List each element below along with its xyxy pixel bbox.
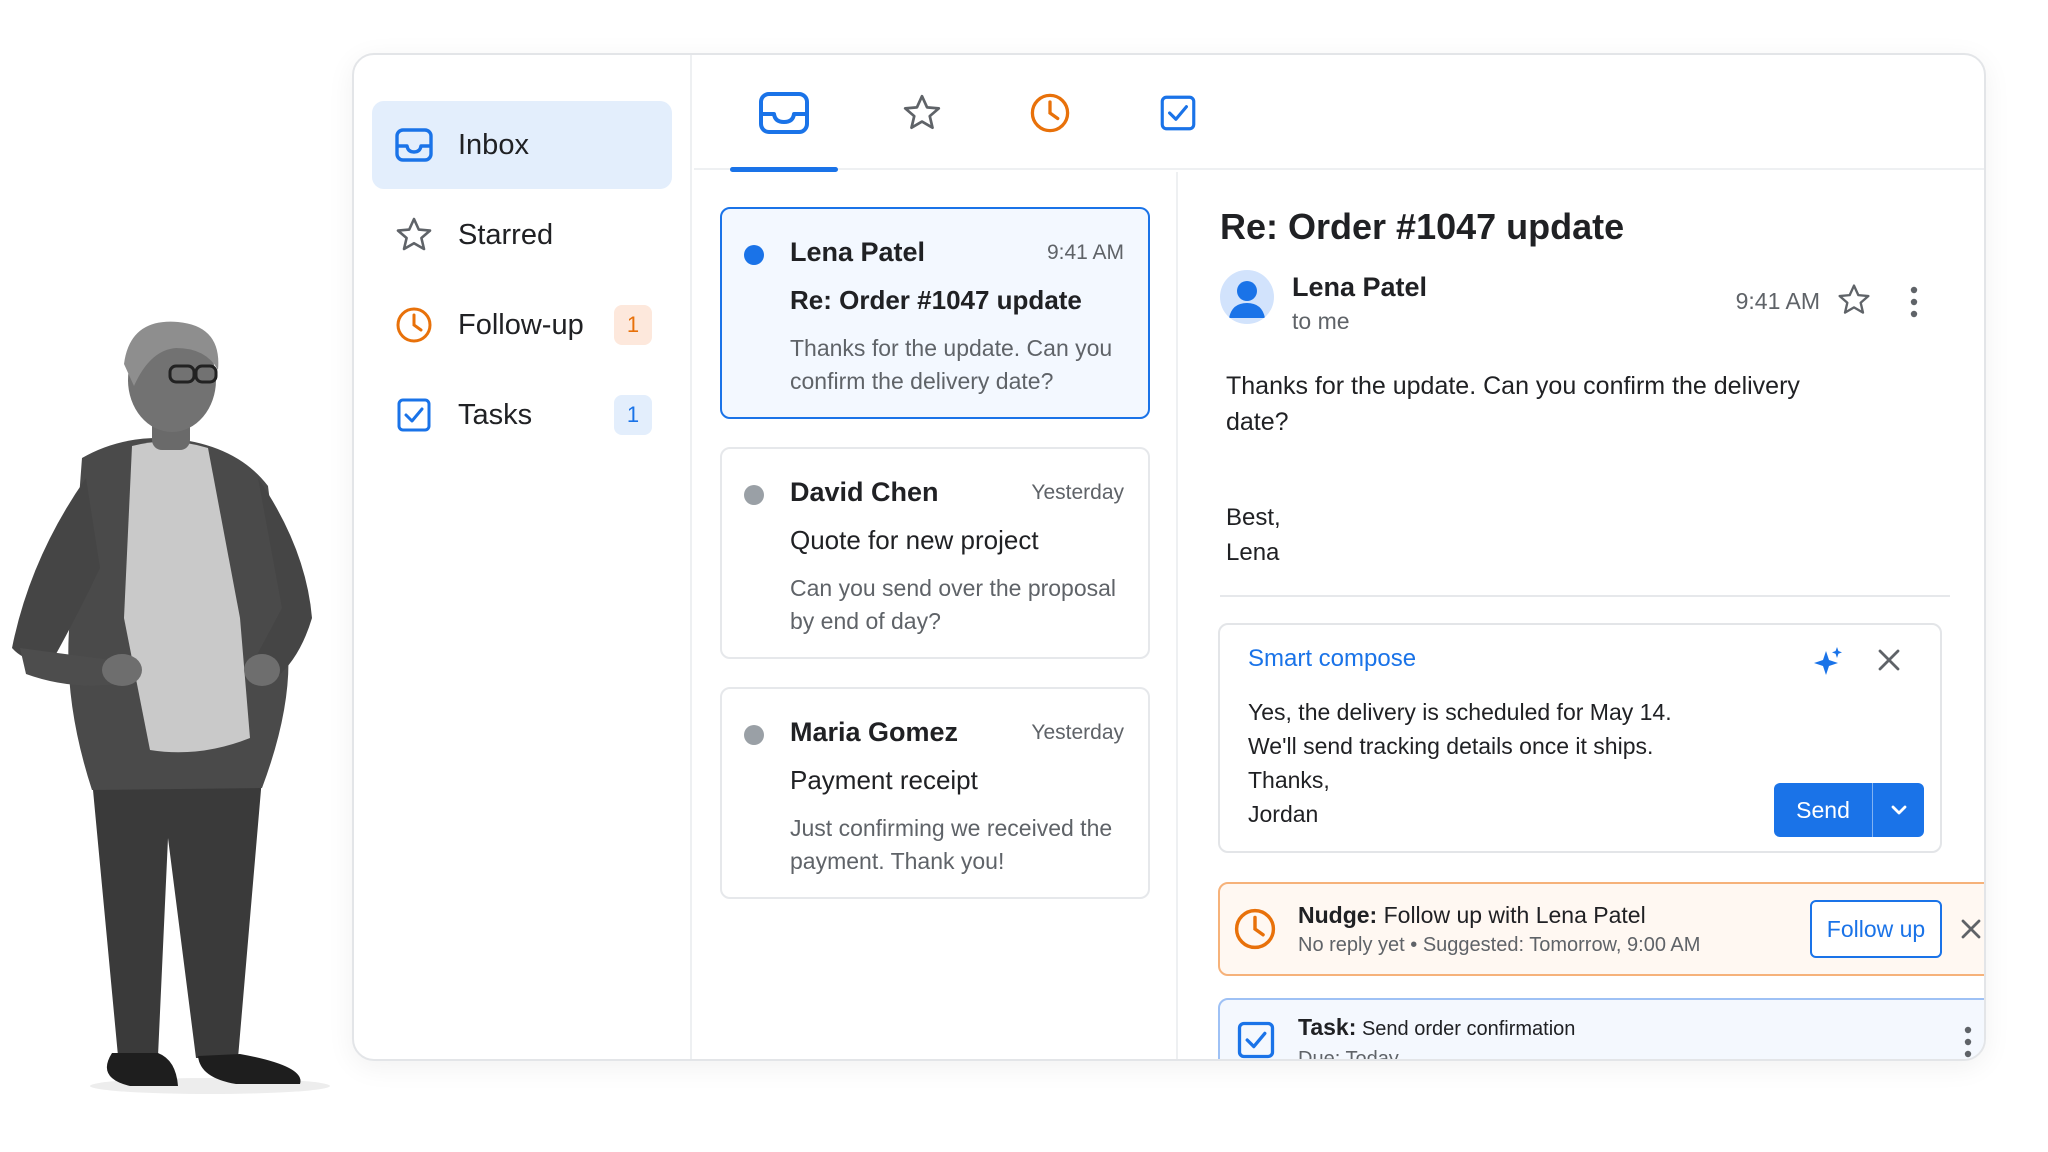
email-sender: Lena Patel bbox=[1292, 272, 1428, 302]
more-options-button[interactable] bbox=[1894, 282, 1934, 322]
email-recipient: to me bbox=[1292, 308, 1350, 334]
nudge-subtitle: No reply yet • Suggested: Tomorrow, 9:00… bbox=[1298, 934, 1701, 956]
email-subject: Re: Order #1047 update bbox=[1220, 206, 1625, 247]
checkbox-icon bbox=[1160, 95, 1196, 130]
email-signature: Best, Lena bbox=[1226, 500, 1281, 570]
read-dot bbox=[744, 485, 764, 505]
view-tab-bar bbox=[694, 55, 1984, 172]
smart-compose-title: Smart compose bbox=[1248, 645, 1417, 672]
email-body: Thanks for the update. Can you confirm t… bbox=[1226, 372, 1800, 436]
clock-icon bbox=[1030, 93, 1070, 132]
suggestion-line: Yes, the delivery is scheduled for May 1… bbox=[1248, 699, 1672, 725]
message-time: Yesterday bbox=[1031, 481, 1124, 504]
email-sign-off: Best, bbox=[1226, 504, 1281, 531]
message-preview: Can you send over the proposal by end of… bbox=[790, 575, 1117, 634]
message-list: Lena Patel 9:41 AM Re: Order #1047 updat… bbox=[694, 172, 1178, 1059]
smart-compose-card: Smart compose Yes, the delivery is sched… bbox=[1218, 623, 1942, 853]
checkbox-icon bbox=[392, 393, 436, 437]
close-icon bbox=[1878, 649, 1900, 671]
read-dot bbox=[744, 725, 764, 745]
inbox-icon bbox=[759, 91, 809, 134]
message-sender: David Chen bbox=[790, 477, 939, 507]
sidebar-item-label: Follow-up bbox=[458, 308, 584, 341]
suggestion-line: Jordan bbox=[1248, 801, 1319, 827]
sidebar-item-label: Tasks bbox=[458, 398, 533, 431]
message-subject: Re: Order #1047 update bbox=[790, 285, 1082, 315]
message-time: Yesterday bbox=[1031, 721, 1124, 744]
tab-inbox[interactable] bbox=[730, 55, 838, 172]
email-sign-name: Lena bbox=[1226, 539, 1280, 566]
send-options-dropdown[interactable] bbox=[1873, 783, 1924, 837]
task-title: Task: Send order confirmation bbox=[1298, 1014, 1575, 1041]
message-subject: Payment receipt bbox=[790, 765, 978, 795]
divider bbox=[1220, 595, 1950, 597]
send-button[interactable]: Send bbox=[1774, 783, 1924, 837]
unread-dot bbox=[744, 245, 764, 265]
suggestion-line: We'll send tracking details once it ship… bbox=[1248, 733, 1654, 759]
sparkle-icon bbox=[1814, 647, 1842, 675]
clock-icon bbox=[392, 303, 436, 347]
sidebar-item-label: Starred bbox=[458, 218, 554, 251]
email-time: 9:41 AM bbox=[1735, 288, 1820, 314]
task-more-options-button[interactable] bbox=[1950, 1022, 1984, 1059]
nudge-title: Nudge: Follow up with Lena Patel bbox=[1298, 902, 1646, 929]
follow-up-count-badge: 1 bbox=[614, 305, 652, 345]
avatar bbox=[1220, 270, 1274, 324]
follow-up-nudge-card: Nudge: Follow up with Lena Patel No repl… bbox=[1218, 882, 1984, 976]
message-list-item[interactable]: Lena Patel 9:41 AM Re: Order #1047 updat… bbox=[720, 207, 1150, 419]
sidebar-item-tasks[interactable]: Tasks 1 bbox=[372, 371, 672, 459]
chevron-down-icon bbox=[1891, 805, 1906, 815]
smart-compose-suggestion: Yes, the delivery is scheduled for May 1… bbox=[1248, 695, 1672, 831]
more-vertical-icon bbox=[1964, 1026, 1972, 1058]
sidebar: Inbox Starred Follow-up 1 Tasks 1 bbox=[354, 55, 692, 1059]
checkbox-icon bbox=[1237, 1021, 1275, 1059]
message-list-item[interactable]: David Chen Yesterday Quote for new proje… bbox=[720, 447, 1150, 659]
message-list-item[interactable]: Maria Gomez Yesterday Payment receipt Ju… bbox=[720, 687, 1150, 899]
sidebar-item-starred[interactable]: Starred bbox=[372, 191, 672, 279]
reading-pane: Re: Order #1047 update Lena Patel to me … bbox=[1180, 172, 1984, 1059]
dismiss-nudge-button[interactable] bbox=[1956, 914, 1984, 944]
message-sender: Lena Patel bbox=[790, 237, 926, 267]
tab-starred[interactable] bbox=[868, 55, 976, 170]
inbox-icon bbox=[392, 123, 436, 167]
send-button-label: Send bbox=[1796, 796, 1850, 823]
close-icon bbox=[1961, 919, 1981, 939]
task-due-date: Due: Today bbox=[1298, 1048, 1399, 1061]
tab-tasks[interactable] bbox=[1124, 55, 1232, 170]
person-illustration bbox=[12, 321, 330, 1094]
star-icon bbox=[392, 213, 436, 257]
more-vertical-icon bbox=[1910, 286, 1918, 318]
person-avatar-icon bbox=[1229, 281, 1265, 318]
nudge-title-label: Nudge: bbox=[1298, 902, 1378, 928]
tab-follow-up[interactable] bbox=[996, 55, 1104, 170]
message-preview: Thanks for the update. Can you confirm t… bbox=[790, 335, 1113, 394]
sidebar-item-label: Inbox bbox=[458, 128, 529, 161]
sidebar-item-inbox[interactable]: Inbox bbox=[372, 101, 672, 189]
close-compose-button[interactable] bbox=[1874, 645, 1904, 675]
star-icon bbox=[1838, 284, 1870, 314]
follow-up-button[interactable]: Follow up bbox=[1810, 900, 1942, 958]
message-time: 9:41 AM bbox=[1046, 241, 1124, 264]
suggestion-line: Thanks, bbox=[1248, 767, 1330, 793]
task-card[interactable]: Task: Send order confirmation Due: Today bbox=[1218, 998, 1984, 1061]
nudge-title-text: Follow up with Lena Patel bbox=[1377, 902, 1646, 928]
task-title-text: Send order confirmation bbox=[1356, 1018, 1576, 1040]
message-subject: Quote for new project bbox=[790, 525, 1039, 555]
sidebar-item-follow-up[interactable]: Follow-up 1 bbox=[372, 281, 672, 369]
clock-icon bbox=[1234, 908, 1276, 950]
star-email-button[interactable] bbox=[1836, 282, 1876, 322]
email-app-window: Inbox Starred Follow-up 1 Tasks 1 Lena P… bbox=[352, 53, 1986, 1061]
message-sender: Maria Gomez bbox=[790, 717, 959, 747]
tasks-count-badge: 1 bbox=[614, 395, 652, 435]
message-preview: Just confirming we received the payment.… bbox=[790, 815, 1113, 874]
task-title-label: Task: bbox=[1298, 1014, 1357, 1040]
star-icon bbox=[903, 94, 941, 129]
